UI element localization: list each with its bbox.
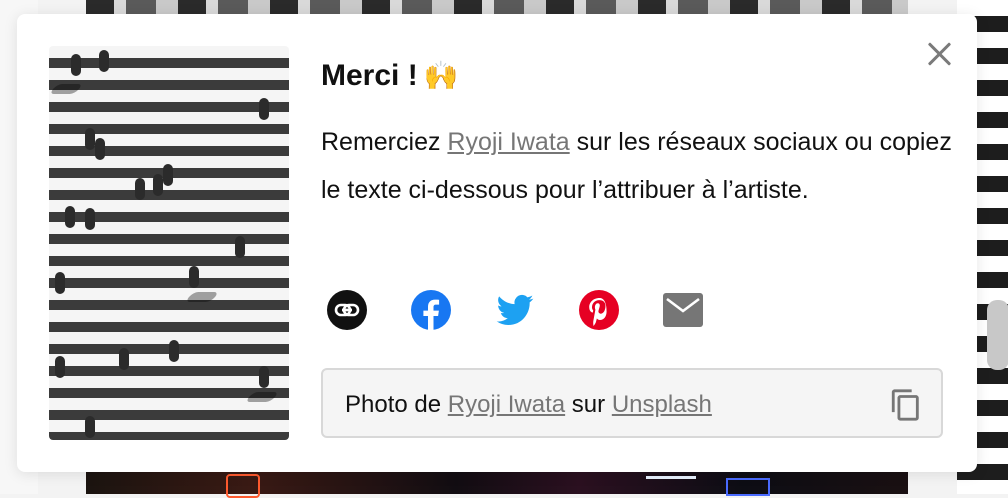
close-button[interactable]: [923, 38, 955, 70]
dialog-description: Remerciez Ryoji Iwata sur les réseaux so…: [321, 118, 961, 214]
copy-icon: [891, 389, 919, 421]
description-before: Remerciez: [321, 128, 448, 156]
facebook-icon: [411, 290, 451, 330]
attribution-prefix: Photo de: [345, 391, 448, 418]
attribution-box[interactable]: Photo de Ryoji Iwata sur Unsplash: [321, 368, 943, 438]
attribution-dialog: Merci ! 🙌 Remerciez Ryoji Iwata sur les r…: [17, 14, 977, 472]
attribution-middle: sur: [565, 391, 612, 418]
dialog-title-text: Merci !: [321, 59, 418, 92]
twitter-icon: [496, 294, 534, 325]
copy-link-button[interactable]: [327, 290, 367, 330]
artist-link[interactable]: Ryoji Iwata: [447, 128, 569, 156]
copy-attribution-button[interactable]: [889, 388, 923, 422]
photo-thumbnail: [49, 46, 289, 440]
attribution-text: Photo de Ryoji Iwata sur Unsplash: [345, 390, 712, 420]
attribution-site-link[interactable]: Unsplash: [612, 391, 712, 418]
twitter-share-button[interactable]: [495, 290, 535, 330]
pinterest-icon: [579, 290, 619, 330]
pinterest-share-button[interactable]: [579, 290, 619, 330]
attribution-artist-link[interactable]: Ryoji Iwata: [448, 391, 565, 418]
dialog-title: Merci ! 🙌: [321, 58, 459, 94]
email-share-button[interactable]: [663, 290, 703, 330]
link-icon: [327, 290, 367, 330]
mail-icon: [663, 293, 703, 327]
raising-hands-emoji: 🙌: [423, 60, 459, 91]
facebook-share-button[interactable]: [411, 290, 451, 330]
background-photo-bottom: [86, 470, 908, 498]
